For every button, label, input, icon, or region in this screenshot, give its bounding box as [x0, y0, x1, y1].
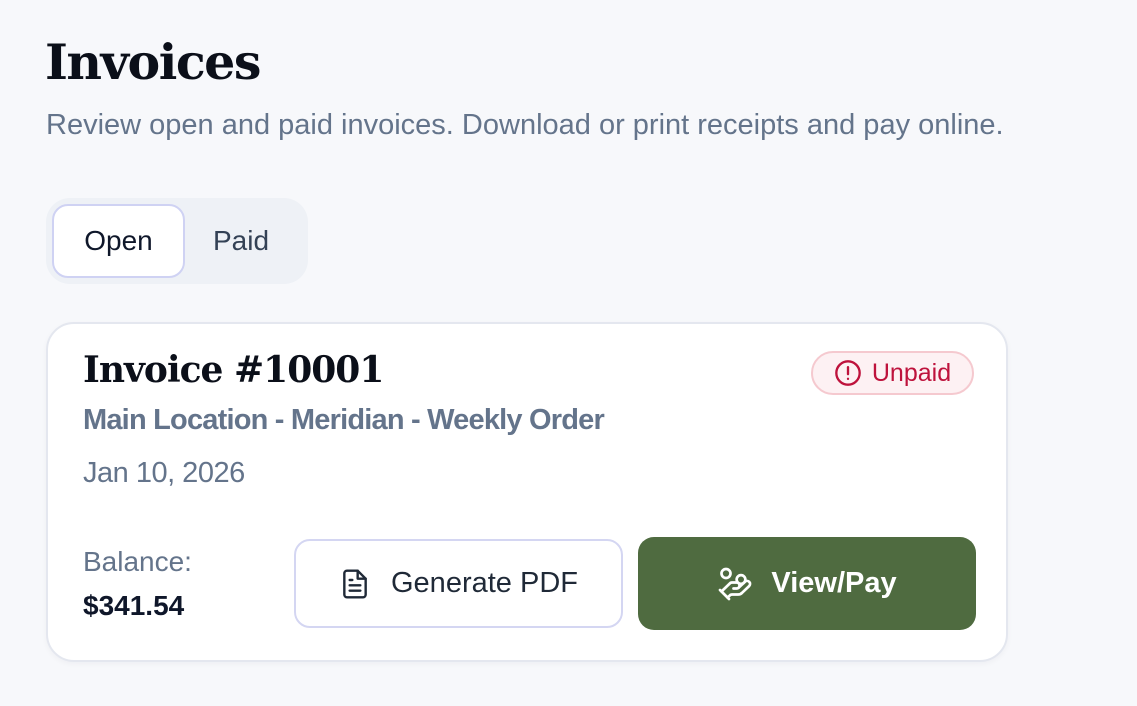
invoice-location: Main Location - Meridian - Weekly Order [83, 404, 605, 436]
page-title: Invoices [45, 33, 261, 91]
status-label: Unpaid [871, 358, 952, 387]
hand-coins-icon [719, 567, 752, 600]
invoice-date: Jan 10, 2026 [83, 457, 245, 489]
balance-value: $341.54 [83, 590, 185, 621]
invoices-page: Invoices Review open and paid invoices. … [0, 0, 1137, 706]
tab-paid[interactable]: Paid [185, 204, 297, 278]
invoice-title: Invoice #10001 [83, 349, 384, 391]
balance-label: Balance: [83, 546, 192, 577]
document-icon [343, 568, 367, 599]
page-subtitle: Review open and paid invoices. Download … [46, 109, 1004, 141]
tab-open[interactable]: Open [52, 204, 185, 278]
invoice-status-tabs: Open Paid [46, 198, 308, 284]
alert-circle-icon [835, 360, 861, 386]
view-pay-label: View/Pay [771, 567, 897, 599]
status-badge: Unpaid [811, 351, 974, 395]
invoice-card: Invoice #10001 Unpaid Main Location - Me… [46, 322, 1008, 662]
generate-pdf-label: Generate PDF [391, 567, 578, 599]
generate-pdf-button[interactable]: Generate PDF [294, 539, 623, 628]
view-pay-button[interactable]: View/Pay [638, 537, 976, 630]
